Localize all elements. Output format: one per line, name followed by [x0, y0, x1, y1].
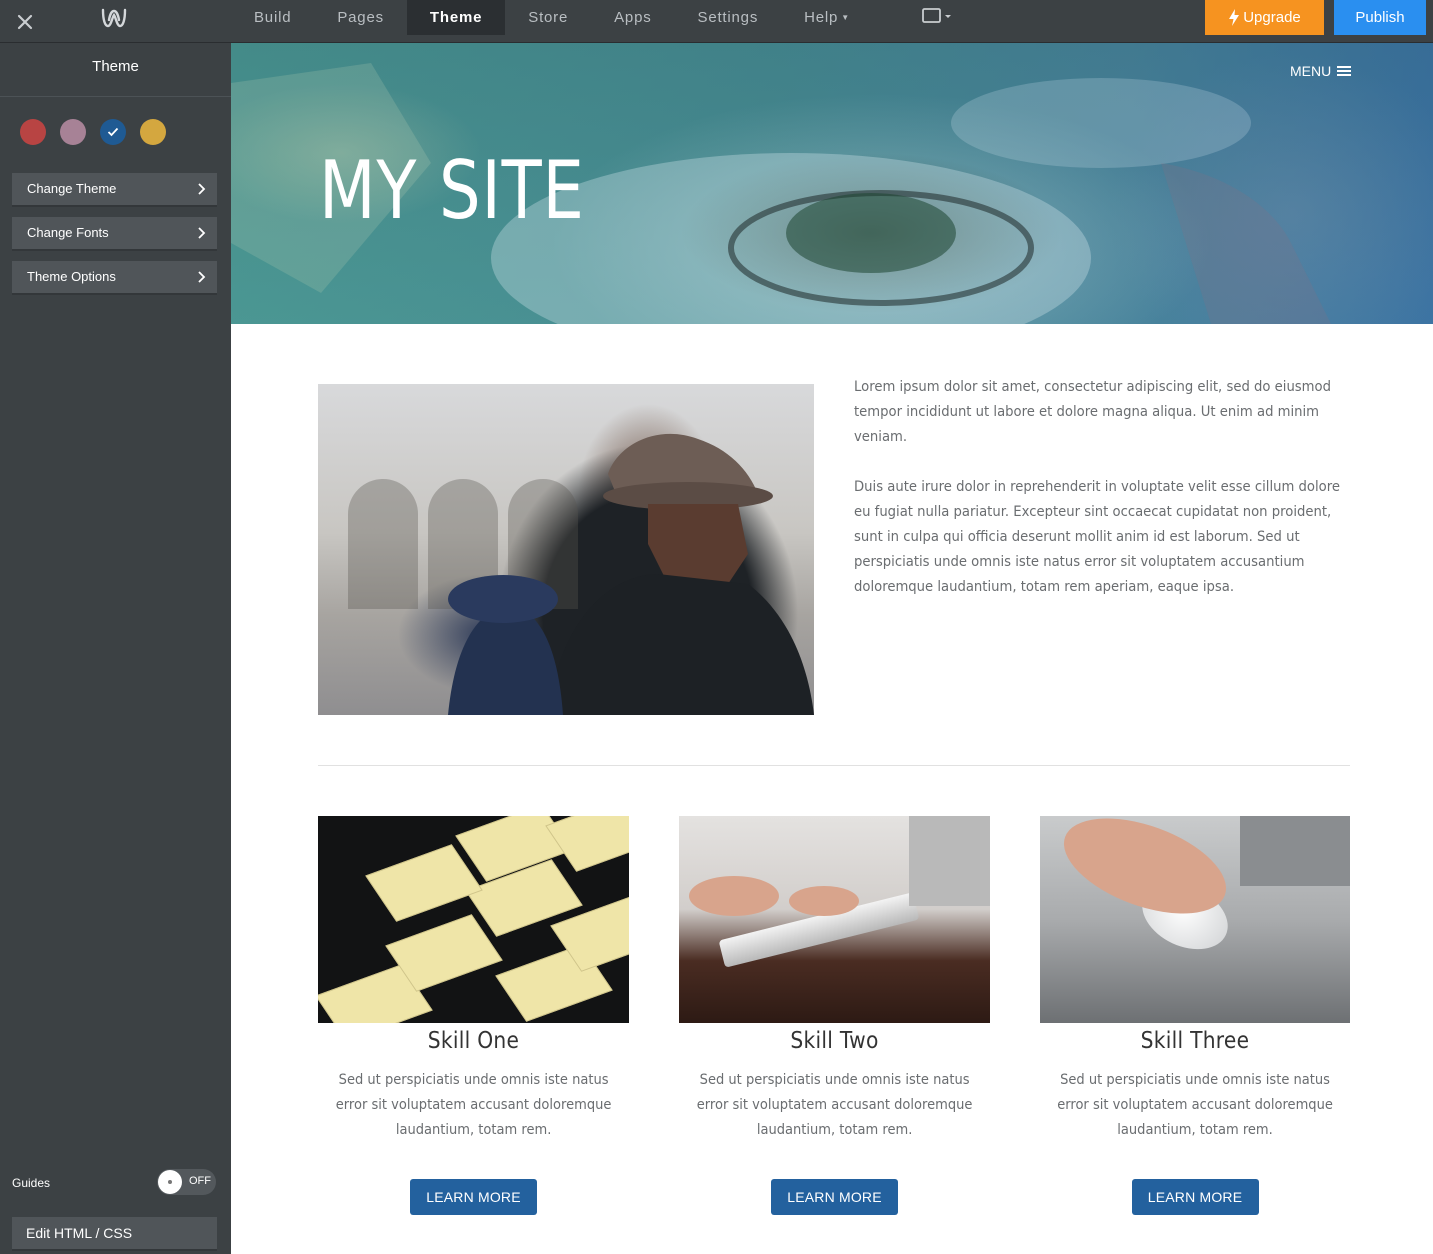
upgrade-label: Upgrade [1243, 9, 1301, 26]
nav-build[interactable]: Build [231, 0, 314, 35]
learn-more-button[interactable]: LEARN MORE [410, 1179, 537, 1215]
nav-label: Pages [337, 9, 384, 26]
skill-title: Skill One [427, 1028, 520, 1054]
theme-options-button[interactable]: Theme Options [12, 261, 217, 295]
nav-label: Store [528, 9, 569, 26]
sidebar-item-label: Change Fonts [27, 225, 109, 240]
nav-settings[interactable]: Settings [675, 0, 782, 35]
nav-label: Theme [429, 9, 483, 26]
skill-description: Sed ut perspiciatis unde omnis iste natu… [335, 1072, 612, 1138]
intro-paragraph: Lorem ipsum dolor sit amet, consectetur … [854, 379, 1331, 445]
hamburger-icon [1337, 66, 1352, 76]
sidebar-item-label: Theme Options [27, 269, 116, 284]
color-swatches [20, 119, 166, 145]
nav-help[interactable]: Help ▼ [781, 0, 873, 35]
man-with-hat-image[interactable] [318, 384, 814, 715]
close-icon[interactable] [10, 6, 40, 36]
toggle-knob [158, 1170, 182, 1194]
nav-label: Build [254, 9, 292, 26]
skill-title: Skill Three [1140, 1028, 1250, 1054]
theme-sidebar: Theme Change Theme Change Fonts Theme Op… [0, 43, 231, 1254]
guides-toggle[interactable]: OFF [157, 1169, 216, 1195]
keyboard-image[interactable] [679, 816, 990, 1023]
main-nav: Build Pages Theme Store Apps Settings He… [231, 0, 873, 35]
check-icon [107, 127, 119, 137]
site-title[interactable]: MY SITE [319, 143, 585, 239]
learn-more-button[interactable]: LEARN MORE [771, 1179, 898, 1215]
nav-pages[interactable]: Pages [314, 0, 407, 35]
publish-button[interactable]: Publish [1334, 0, 1426, 35]
nav-store[interactable]: Store [505, 0, 591, 35]
intro-paragraph: Duis aute irure dolor in reprehenderit i… [854, 479, 1340, 595]
hand [689, 876, 779, 916]
skill-description: Sed ut perspiciatis unde omnis iste natu… [1057, 1072, 1333, 1138]
sidebar-item-label: Change Theme [27, 181, 117, 196]
caret-down-icon: ▼ [841, 13, 850, 22]
sticky-note [365, 844, 483, 922]
edit-html-css-button[interactable]: Edit HTML / CSS [12, 1217, 217, 1251]
sticky-notes-image[interactable] [318, 816, 629, 1023]
weebly-logo-icon[interactable] [100, 6, 128, 30]
hero-banner[interactable]: MY SITE MENU [231, 43, 1433, 324]
top-toolbar: Build Pages Theme Store Apps Settings He… [0, 0, 1433, 43]
nav-label: Apps [614, 9, 652, 26]
device-preview-icon[interactable] [921, 6, 955, 28]
toggle-state: OFF [189, 1175, 211, 1187]
skill-card-two: Skill Two Sed ut perspiciatis unde omnis… [679, 816, 990, 1215]
change-theme-button[interactable]: Change Theme [12, 173, 217, 207]
menu-label: MENU [1290, 63, 1332, 79]
chevron-right-icon [198, 271, 206, 283]
nav-label: Help [804, 9, 839, 26]
section-divider [318, 765, 1350, 766]
color-swatch-red[interactable] [20, 119, 46, 145]
sticky-note [545, 816, 629, 872]
chevron-right-icon [198, 183, 206, 195]
change-fonts-button[interactable]: Change Fonts [12, 217, 217, 251]
person-silhouette [448, 433, 814, 715]
hand [789, 886, 859, 916]
guides-label: Guides [12, 1176, 51, 1190]
color-swatch-gold[interactable] [140, 119, 166, 145]
chevron-right-icon [198, 227, 206, 239]
upgrade-button[interactable]: Upgrade [1205, 0, 1324, 35]
skill-title: Skill Two [790, 1028, 879, 1054]
intro-text: Lorem ipsum dolor sit amet, consectetur … [854, 375, 1350, 625]
nav-theme[interactable]: Theme [406, 0, 506, 35]
nav-apps[interactable]: Apps [591, 0, 674, 35]
skill-card-one: Skill One Sed ut perspiciatis unde omnis… [318, 816, 629, 1215]
laptop [1240, 816, 1350, 886]
skill-card-three: Skill Three Sed ut perspiciatis unde omn… [1040, 816, 1350, 1215]
mouse-image[interactable] [1040, 816, 1350, 1023]
color-swatch-blue[interactable] [100, 119, 126, 145]
sidebar-title: Theme [0, 43, 231, 97]
monitor [909, 816, 990, 906]
lightning-icon [1229, 9, 1240, 26]
nav-label: Settings [697, 9, 759, 26]
color-swatch-mauve[interactable] [60, 119, 86, 145]
learn-more-button[interactable]: LEARN MORE [1131, 1179, 1259, 1215]
site-menu-button[interactable]: MENU [1290, 63, 1352, 79]
skill-description: Sed ut perspiciatis unde omnis iste natu… [696, 1072, 973, 1138]
